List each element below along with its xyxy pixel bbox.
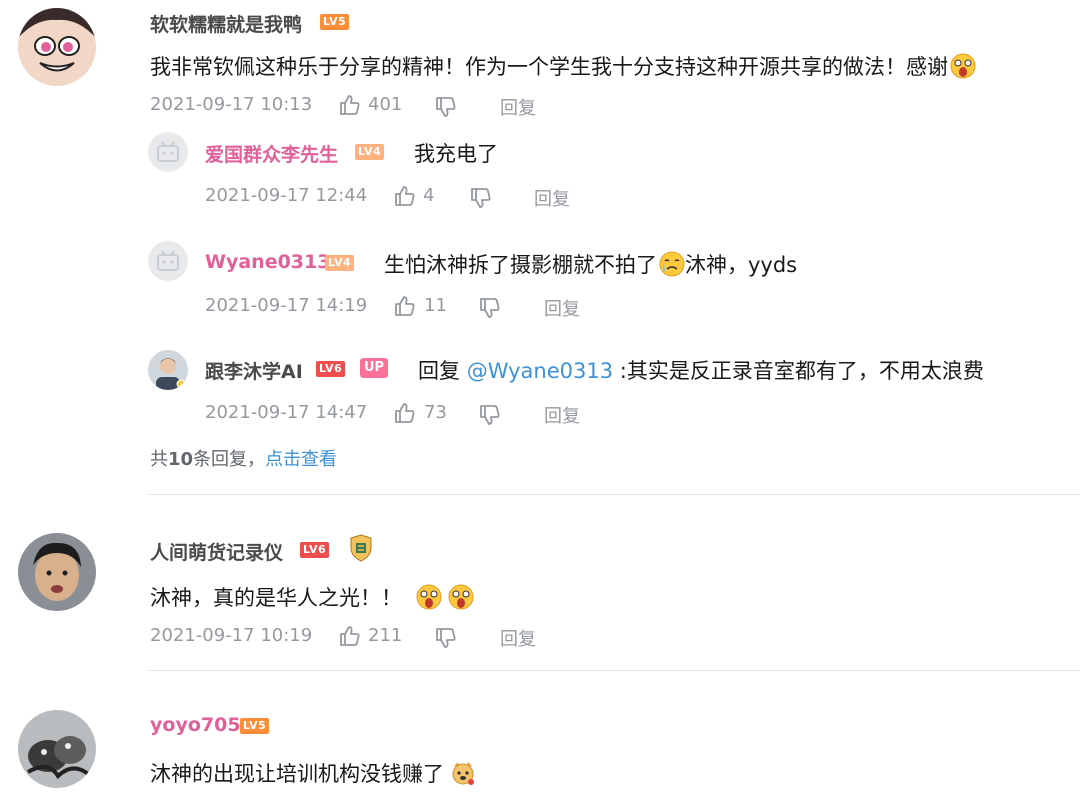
view-more-link[interactable]: 点击查看 — [265, 449, 337, 470]
avatar[interactable] — [18, 710, 96, 788]
mention-link[interactable]: @Wyane0313 — [467, 359, 613, 383]
medal-badge-icon — [347, 534, 375, 562]
reply-button[interactable]: 回复 — [500, 94, 536, 120]
level-badge: LV4 — [355, 144, 385, 160]
thumbs-up-icon[interactable] — [338, 93, 362, 117]
thumbs-down-icon[interactable] — [434, 95, 458, 119]
reply-button[interactable]: 回复 — [544, 295, 580, 321]
thumbs-up-icon[interactable] — [393, 294, 417, 318]
reply-time: 2021-09-17 12:44 — [205, 185, 368, 206]
like-count: 401 — [368, 94, 403, 115]
divider — [148, 670, 1080, 671]
thumbs-down-icon[interactable] — [434, 626, 458, 650]
reply-username[interactable]: 爱国群众李先生 — [205, 140, 338, 167]
level-badge: LV5 — [240, 718, 270, 734]
comment-username[interactable]: 人间萌货记录仪 — [150, 538, 283, 565]
comment-username[interactable]: yoyo705 — [150, 714, 241, 736]
reply-button[interactable]: 回复 — [534, 185, 570, 211]
avatar[interactable] — [18, 533, 96, 611]
avatar[interactable] — [148, 350, 188, 390]
like-count: 211 — [368, 625, 403, 646]
reply-text: 我充电了 — [414, 142, 498, 166]
crying-face-emoji — [659, 251, 685, 277]
level-badge: LV4 — [325, 255, 355, 271]
reply-text: 回复 @Wyane0313 :其实是反正录音室都有了，不用太浪费 — [418, 359, 984, 383]
thumbs-down-icon[interactable] — [478, 296, 502, 320]
comment-time: 2021-09-17 10:13 — [150, 94, 313, 115]
thumbs-down-icon[interactable] — [478, 403, 502, 427]
reply-button[interactable]: 回复 — [500, 625, 536, 651]
like-count: 73 — [424, 402, 447, 423]
bilibili-tv-avatar-icon[interactable] — [148, 132, 188, 172]
like-count: 11 — [424, 295, 447, 316]
thumbs-up-icon[interactable] — [393, 184, 417, 208]
thumbs-up-icon[interactable] — [338, 624, 362, 648]
up-badge: UP — [360, 358, 389, 378]
bilibili-tv-avatar-icon[interactable] — [148, 241, 188, 281]
surprised-face-emoji — [950, 53, 976, 79]
reply-time: 2021-09-17 14:19 — [205, 295, 368, 316]
dog-face-emoji — [450, 760, 476, 786]
surprised-face-emoji — [416, 584, 442, 610]
reply-username[interactable]: 跟李沐学AI — [205, 357, 303, 384]
thumbs-up-icon[interactable] — [393, 401, 417, 425]
level-badge: LV5 — [320, 14, 350, 30]
comment-time: 2021-09-17 10:19 — [150, 625, 313, 646]
reply-username[interactable]: Wyane0313 — [205, 251, 330, 273]
comment-text: 沐神的出现让培训机构没钱赚了 — [150, 758, 476, 788]
divider — [148, 494, 1080, 495]
like-count: 4 — [423, 185, 435, 206]
reply-button[interactable]: 回复 — [544, 402, 580, 428]
level-badge: LV6 — [300, 542, 330, 558]
comment-text: 沐神，真的是华人之光！！ — [150, 582, 474, 612]
reply-time: 2021-09-17 14:47 — [205, 402, 368, 423]
thumbs-down-icon[interactable] — [469, 186, 493, 210]
avatar[interactable] — [18, 8, 96, 86]
reply-text: 生怕沐神拆了摄影棚就不拍了 沐神，yyds — [384, 251, 798, 277]
surprised-face-emoji — [448, 584, 474, 610]
level-badge: LV6 — [316, 361, 346, 377]
view-more-replies: 共10条回复，点击查看 — [150, 449, 338, 470]
comment-text: 我非常钦佩这种乐于分享的精神！作为一个学生我十分支持这种开源共享的做法！感谢 — [150, 51, 976, 81]
comment-username[interactable]: 软软糯糯就是我鸭 — [150, 10, 302, 37]
